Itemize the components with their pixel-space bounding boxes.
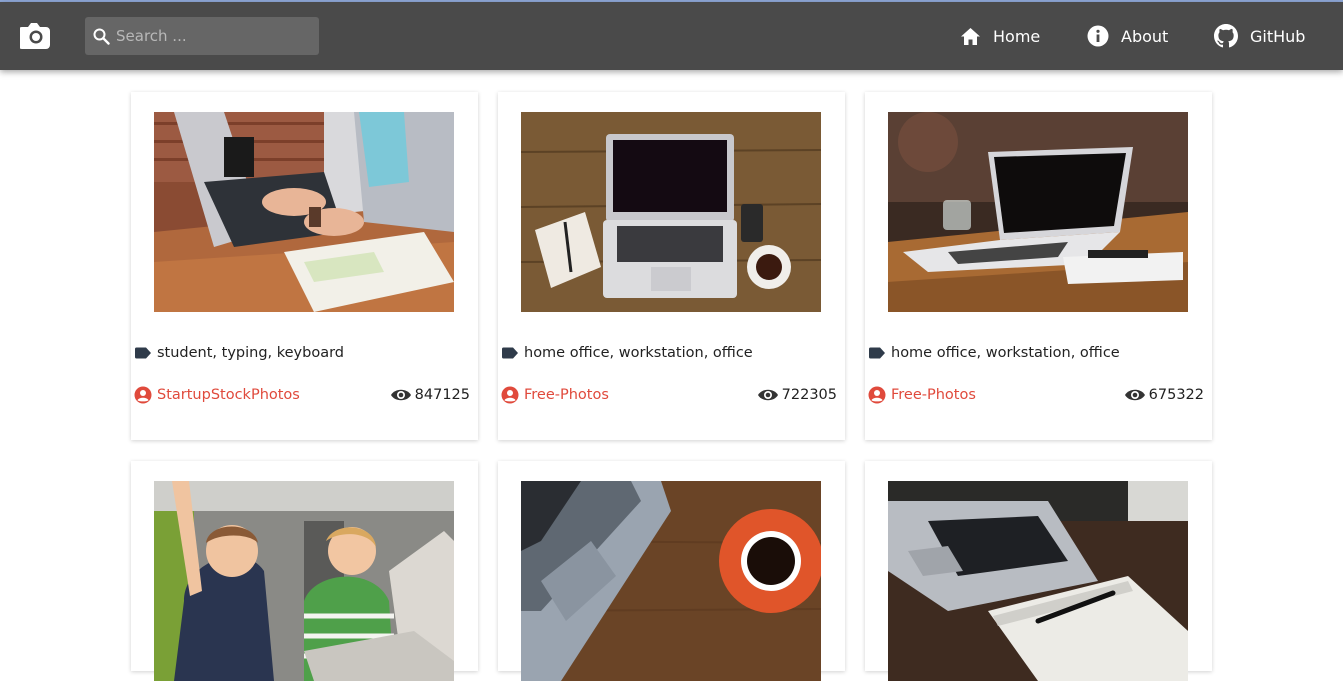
- card-image-laptop-table[interactable]: [888, 112, 1188, 312]
- card-image-home-office[interactable]: [521, 112, 821, 312]
- card-image-typing[interactable]: [154, 112, 454, 312]
- card-tags: home office, workstation, office: [501, 342, 753, 364]
- card-views: 847125: [390, 384, 470, 406]
- card-tags-text: student, typing, keyboard: [157, 345, 345, 361]
- home-icon: [961, 27, 980, 45]
- card-user-link[interactable]: Free-Photos: [868, 384, 976, 406]
- user-icon: [868, 386, 886, 404]
- image-card: home office, workstation, office Free-Ph…: [498, 92, 845, 440]
- card-user-link[interactable]: Free-Photos: [501, 384, 609, 406]
- nav-about-label: About: [1121, 26, 1169, 46]
- image-card: home office, workstation, office Free-Ph…: [865, 92, 1212, 440]
- image-card: student, typing, keyboard StartupStockPh…: [131, 92, 478, 440]
- card-image-laptop-notebook[interactable]: [888, 481, 1188, 681]
- navbar: Home About GitHub: [0, 2, 1343, 70]
- nav-github-link[interactable]: GitHub: [1214, 22, 1305, 50]
- card-views: 675322: [1124, 384, 1204, 406]
- card-image-kids-laptop[interactable]: [154, 481, 454, 681]
- nav-home-label: Home: [993, 26, 1041, 46]
- search-input[interactable]: [116, 27, 306, 45]
- nav-home-link[interactable]: Home: [960, 22, 1040, 50]
- github-icon: [1214, 24, 1238, 48]
- card-tags-text: home office, workstation, office: [524, 345, 753, 361]
- eye-icon: [1124, 389, 1145, 401]
- card-tags-text: home office, workstation, office: [891, 345, 1120, 361]
- camera-icon[interactable]: [18, 22, 52, 50]
- image-card: [131, 461, 478, 681]
- card-views-count: 675322: [1148, 387, 1204, 403]
- card-image-laptop-coffee[interactable]: [521, 481, 821, 681]
- info-icon: [1087, 25, 1109, 47]
- card-tags: student, typing, keyboard: [134, 342, 344, 364]
- card-views-count: 722305: [781, 387, 837, 403]
- card-user-name: StartupStockPhotos: [157, 387, 300, 403]
- search-icon: [93, 28, 110, 45]
- user-icon: [134, 386, 152, 404]
- eye-icon: [757, 389, 778, 401]
- card-tags: home office, workstation, office: [868, 342, 1120, 364]
- card-views-count: 847125: [414, 387, 470, 403]
- eye-icon: [390, 389, 411, 401]
- card-user-name: Free-Photos: [891, 387, 976, 403]
- nav-github-label: GitHub: [1250, 26, 1306, 46]
- image-card: [498, 461, 845, 681]
- tag-icon: [869, 347, 885, 359]
- card-views: 722305: [757, 384, 837, 406]
- nav-about-link[interactable]: About: [1087, 22, 1168, 50]
- card-user-link[interactable]: StartupStockPhotos: [134, 384, 300, 406]
- card-user-name: Free-Photos: [524, 387, 609, 403]
- image-card: [865, 461, 1212, 681]
- tag-icon: [135, 347, 151, 359]
- user-icon: [501, 386, 519, 404]
- tag-icon: [502, 347, 518, 359]
- search-box[interactable]: [85, 17, 319, 55]
